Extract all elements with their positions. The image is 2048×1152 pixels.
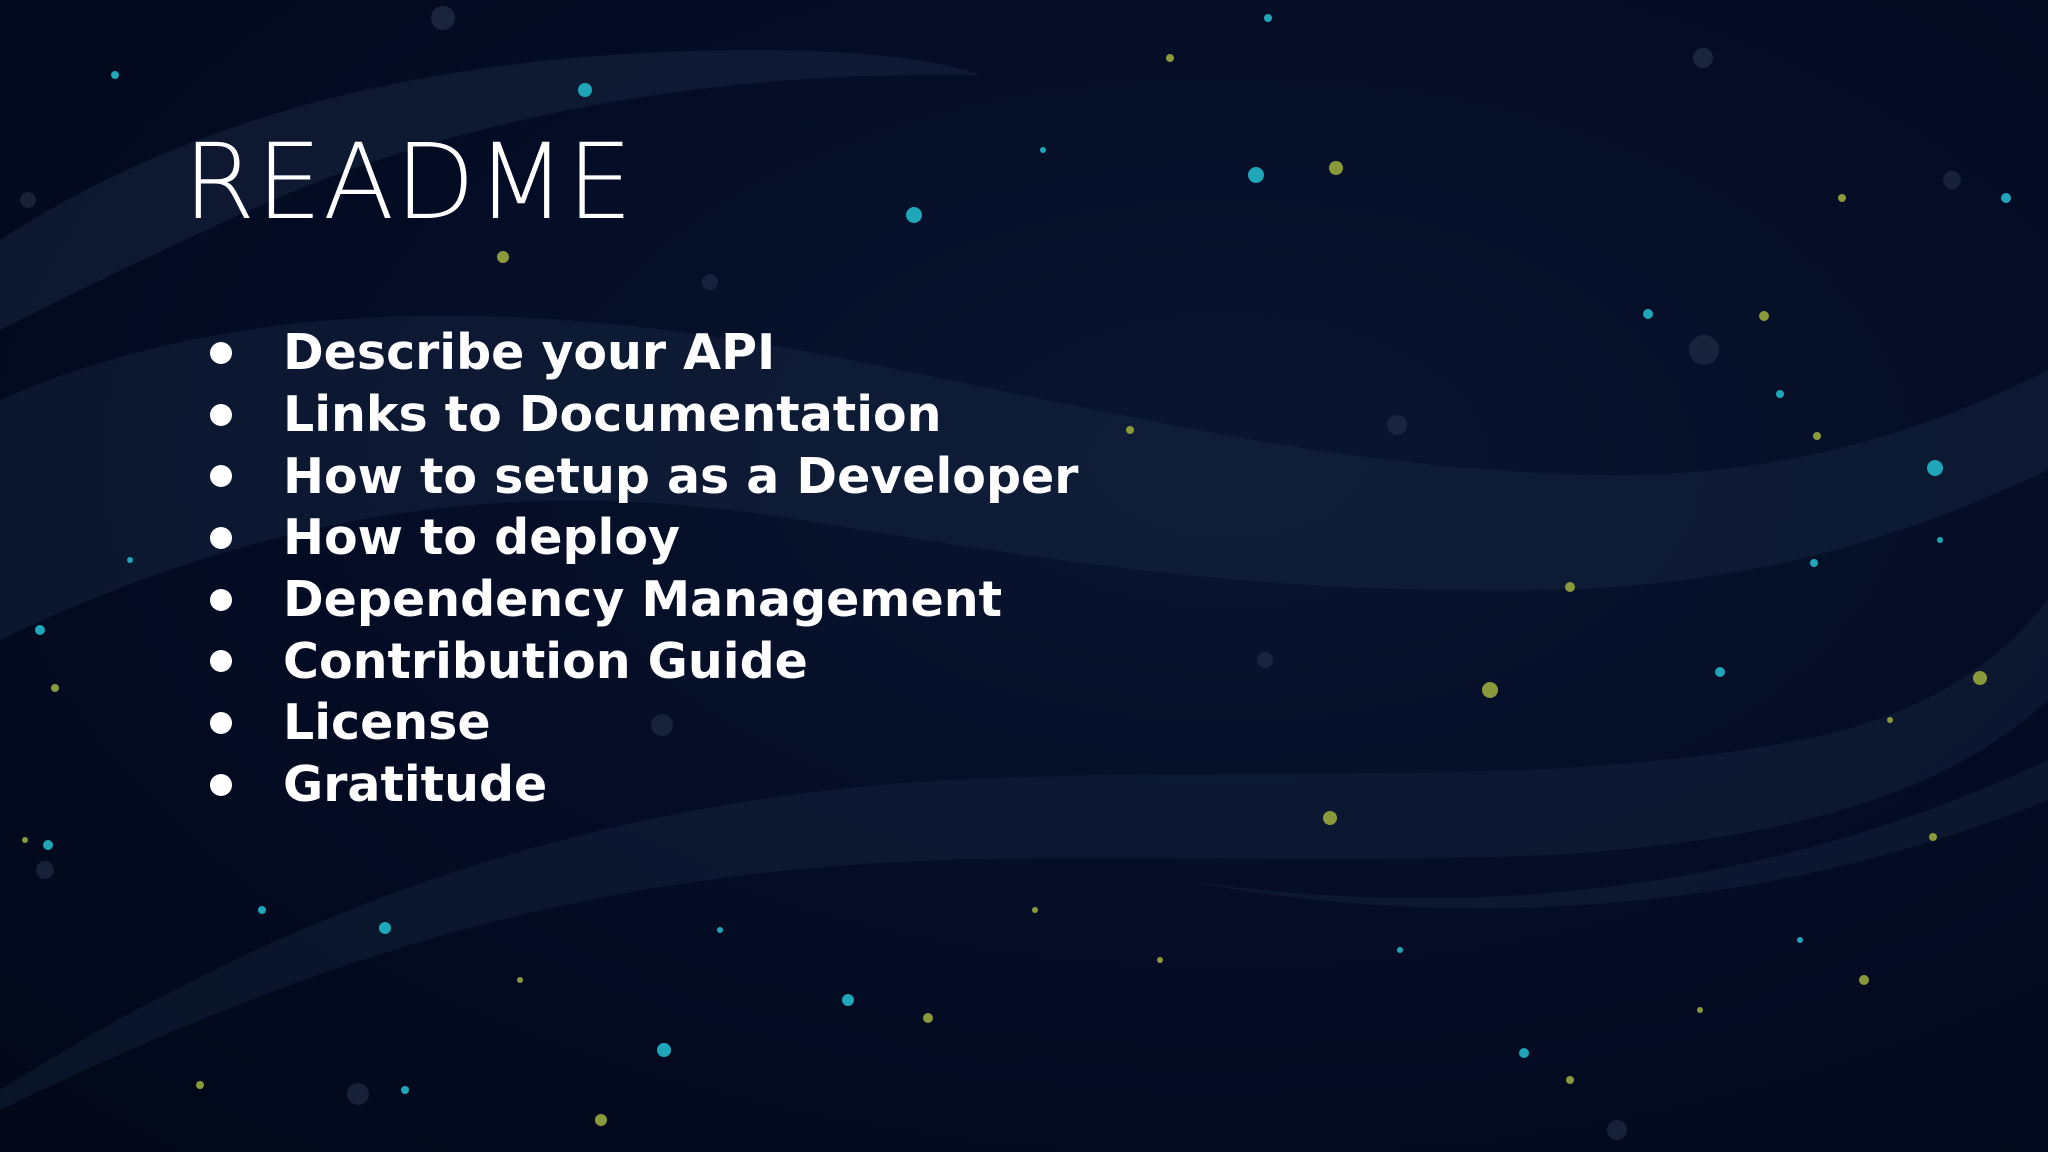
star (347, 1083, 369, 1105)
bullet-text: Dependency Management (283, 571, 1003, 629)
star (1566, 1076, 1574, 1084)
star (1887, 717, 1893, 723)
star (702, 274, 718, 290)
slide-title: README (183, 121, 634, 243)
bullet-dot (210, 403, 232, 426)
star (43, 840, 53, 850)
star (1693, 48, 1713, 68)
star (1519, 1048, 1529, 1058)
star (51, 684, 59, 692)
star (1859, 975, 1869, 985)
star (595, 1114, 607, 1126)
star (497, 251, 509, 263)
bullet-text: How to deploy (283, 509, 680, 567)
star (1715, 667, 1725, 677)
star (1329, 161, 1343, 175)
bullet-text: Contribution Guide (283, 632, 808, 690)
bullet-text: License (283, 694, 491, 752)
bullet-dot (210, 588, 232, 611)
star (657, 1043, 671, 1057)
star (717, 927, 723, 933)
star (2001, 193, 2011, 203)
star (258, 906, 266, 914)
star (379, 922, 391, 934)
star (35, 625, 45, 635)
star (1257, 652, 1273, 668)
star (1248, 167, 1264, 183)
star (842, 994, 854, 1006)
star (1565, 582, 1575, 592)
star (1387, 415, 1407, 435)
star (1797, 937, 1803, 943)
slide: README Describe your API Links to Docume… (0, 0, 2048, 1152)
bullet-text: Links to Documentation (283, 386, 942, 444)
star (1838, 194, 1846, 202)
bullet-text: Describe your API (283, 324, 776, 382)
star (906, 207, 922, 223)
star (1927, 460, 1943, 476)
star (578, 83, 592, 97)
star (20, 192, 36, 208)
star (517, 977, 523, 983)
star (1643, 309, 1653, 319)
star (111, 71, 119, 79)
star (127, 557, 133, 563)
star (1040, 147, 1046, 153)
star (22, 837, 28, 843)
star (1759, 311, 1769, 321)
star (1689, 335, 1719, 365)
star (1032, 907, 1038, 913)
star (1607, 1120, 1627, 1140)
star (1264, 14, 1272, 22)
star (1937, 537, 1943, 543)
star (1943, 171, 1961, 189)
star (196, 1081, 204, 1089)
star (1776, 390, 1784, 398)
star (36, 861, 54, 879)
star (1973, 671, 1987, 685)
bullet-text: How to setup as a Developer (283, 447, 1079, 505)
bullet-dot (210, 526, 232, 549)
star (1810, 559, 1818, 567)
star (1697, 1007, 1703, 1013)
star (1929, 833, 1937, 841)
star (923, 1013, 933, 1023)
star (1813, 432, 1821, 440)
star (431, 6, 455, 30)
star (401, 1086, 409, 1094)
bullet-dot (210, 341, 232, 364)
star (651, 714, 673, 736)
star (1126, 426, 1134, 434)
star (1397, 947, 1403, 953)
bullet-text: Gratitude (283, 756, 548, 814)
star (1166, 54, 1174, 62)
star (1323, 811, 1337, 825)
star (1157, 957, 1163, 963)
bullet-dot (210, 711, 232, 734)
bullet-dot (210, 773, 232, 796)
star (1482, 682, 1498, 698)
